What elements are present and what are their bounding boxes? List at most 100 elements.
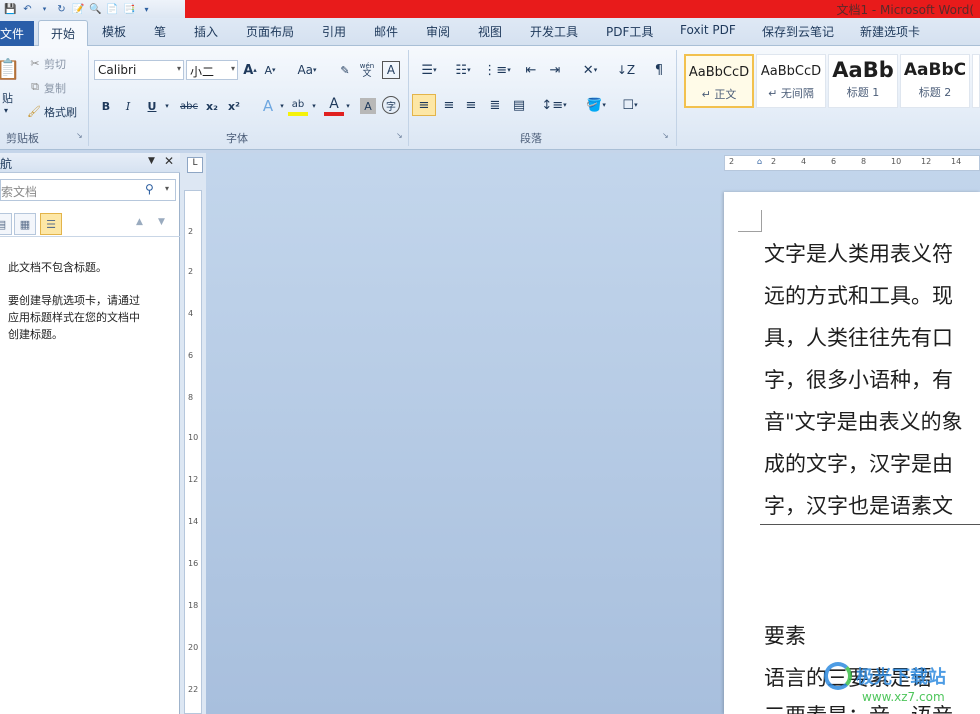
pages-view-tab[interactable]: ▦ bbox=[14, 213, 36, 235]
highlight-icon[interactable]: ab bbox=[288, 96, 308, 116]
layout-icon[interactable]: 📑 bbox=[123, 3, 136, 16]
tab-mailings[interactable]: 邮件 bbox=[374, 23, 398, 40]
document-line[interactable]: 文字是人类用表义符 bbox=[764, 238, 953, 268]
align-left-button[interactable]: ≡ bbox=[412, 94, 436, 116]
tab-insert[interactable]: 插入 bbox=[194, 23, 218, 40]
tab-view[interactable]: 视图 bbox=[478, 23, 502, 40]
style-heading-1[interactable]: AaBb 标题 1 bbox=[828, 54, 898, 108]
tab-review[interactable]: 审阅 bbox=[426, 23, 450, 40]
nav-search-input[interactable]: 索文档 ⚲ ▾ bbox=[0, 179, 176, 201]
tab-template[interactable]: 模板 bbox=[102, 23, 126, 40]
tab-new-tab[interactable]: 新建选项卡 bbox=[860, 23, 920, 40]
document-line[interactable]: 具，人类往往先有口 bbox=[764, 322, 953, 352]
indent-marker-icon[interactable]: ⌂ bbox=[757, 157, 762, 166]
format-painter-button[interactable]: 格式刷 bbox=[44, 104, 77, 120]
document-heading[interactable]: 要素 bbox=[764, 620, 806, 650]
copy-icon[interactable]: ⧉ bbox=[28, 80, 42, 94]
print-preview-icon[interactable]: 🔍 bbox=[89, 3, 102, 16]
superscript-button[interactable]: x² bbox=[226, 98, 242, 114]
align-center-icon[interactable]: ≡ bbox=[440, 96, 458, 114]
document-line[interactable]: 成的文字，汉字是由 bbox=[764, 448, 953, 478]
cut-button[interactable]: 剪切 bbox=[44, 56, 66, 72]
chevron-down-icon[interactable]: ▾ bbox=[162, 98, 172, 114]
chevron-down-icon[interactable]: ▾ bbox=[344, 98, 352, 114]
nav-menu-icon[interactable]: ▼ bbox=[148, 156, 155, 166]
paragraph-launcher-icon[interactable]: ↘ bbox=[662, 131, 669, 140]
subscript-button[interactable]: x₂ bbox=[204, 98, 220, 114]
shrink-font-button[interactable]: A ▾ bbox=[262, 62, 278, 78]
show-marks-icon[interactable]: ¶ bbox=[650, 60, 668, 80]
clear-format-icon[interactable]: ✎ bbox=[336, 61, 354, 79]
new-document-icon[interactable]: 📄 bbox=[106, 3, 119, 16]
redo-icon[interactable]: ↻ bbox=[55, 3, 68, 16]
font-name-combo[interactable]: Calibri ▾ bbox=[94, 60, 184, 80]
justify-icon[interactable]: ≣ bbox=[486, 96, 504, 114]
paste-dropdown-icon[interactable]: ▾ bbox=[4, 106, 8, 115]
style-no-spacing[interactable]: AaBbCcD ↵ 无间隔 bbox=[756, 54, 826, 108]
tab-pdf-tools[interactable]: PDF工具 bbox=[606, 23, 653, 40]
save-icon[interactable]: 💾 bbox=[4, 3, 17, 16]
style-normal[interactable]: AaBbCcD ↵ 正文 bbox=[684, 54, 754, 108]
shading-icon[interactable]: 🪣 ▾ bbox=[582, 96, 610, 114]
dropdown-icon[interactable]: ▾ bbox=[38, 3, 51, 16]
font-size-combo[interactable]: 小二 ▾ bbox=[186, 60, 238, 80]
vertical-ruler[interactable]: 2 2 4 6 8 10 12 14 16 18 20 22 bbox=[184, 190, 202, 714]
numbering-icon[interactable]: ☷ ▾ bbox=[450, 62, 476, 78]
clipboard-launcher-icon[interactable]: ↘ bbox=[76, 131, 83, 140]
undo-icon[interactable]: ↶ bbox=[21, 3, 34, 16]
headings-view-tab[interactable]: ▤ bbox=[0, 213, 12, 235]
tab-file[interactable]: 文件 bbox=[0, 21, 34, 46]
copy-button[interactable]: 复制 bbox=[44, 80, 66, 96]
character-shading-button[interactable]: A bbox=[360, 98, 376, 114]
tab-pen[interactable]: 笔 bbox=[154, 23, 166, 40]
tab-foxit-pdf[interactable]: Foxit PDF bbox=[680, 23, 736, 37]
tab-selector-icon[interactable]: L bbox=[187, 157, 203, 173]
italic-button[interactable]: I bbox=[120, 98, 136, 114]
paste-icon[interactable]: 📋 bbox=[0, 54, 20, 84]
previous-icon[interactable]: ▲ bbox=[136, 217, 143, 227]
bullets-icon[interactable]: ☰ ▾ bbox=[416, 62, 442, 78]
increase-indent-icon[interactable]: ⇥ bbox=[546, 62, 564, 78]
document-line[interactable]: 字，很多小语种，有 bbox=[764, 364, 953, 394]
tab-home[interactable]: 开始 bbox=[38, 20, 88, 47]
style-heading-2[interactable]: AaBbC 标题 2 bbox=[900, 54, 970, 108]
multilevel-list-icon[interactable]: ⋮≡ ▾ bbox=[483, 62, 510, 78]
font-color-button[interactable]: A bbox=[324, 96, 344, 116]
align-right-icon[interactable]: ≡ bbox=[462, 96, 480, 114]
customize-qat-icon[interactable]: ▾ bbox=[140, 3, 153, 16]
strikethrough-button[interactable]: abc bbox=[178, 98, 200, 114]
borders-icon[interactable]: ☐ ▾ bbox=[616, 96, 644, 114]
tab-developer[interactable]: 开发工具 bbox=[530, 23, 578, 40]
edit-icon[interactable]: 📝 bbox=[72, 3, 85, 16]
character-border-button[interactable]: A bbox=[382, 61, 400, 79]
format-painter-icon[interactable]: 🖌 bbox=[26, 104, 42, 118]
chevron-down-icon[interactable]: ▾ bbox=[310, 98, 318, 114]
sort-icon[interactable]: ↓Z bbox=[616, 60, 636, 80]
chevron-down-icon[interactable]: ▾ bbox=[278, 98, 286, 114]
horizontal-ruler[interactable]: 2 ⌂ 2 4 6 8 10 12 14 bbox=[724, 155, 980, 171]
enclose-characters-button[interactable]: 字 bbox=[382, 96, 400, 114]
text-effects-icon[interactable]: A bbox=[258, 96, 278, 116]
phonetic-guide-button[interactable]: wén 文 bbox=[358, 61, 376, 79]
decrease-indent-icon[interactable]: ⇤ bbox=[522, 62, 540, 78]
document-line[interactable]: 远的方式和工具。现 bbox=[764, 280, 953, 310]
results-view-tab[interactable]: ☰ bbox=[40, 213, 62, 235]
chinese-layout-icon[interactable]: ✕ ▾ bbox=[576, 62, 604, 78]
font-launcher-icon[interactable]: ↘ bbox=[396, 131, 403, 140]
next-icon[interactable]: ▼ bbox=[158, 217, 165, 227]
bold-button[interactable]: B bbox=[98, 98, 114, 114]
distributed-icon[interactable]: ▤ bbox=[510, 96, 528, 114]
grow-font-button[interactable]: A ▴ bbox=[242, 62, 258, 78]
line-spacing-icon[interactable]: ↕≡ ▾ bbox=[540, 96, 568, 114]
search-icon[interactable]: ⚲ bbox=[145, 182, 154, 196]
document-line[interactable]: 音"文字是由表义的象 bbox=[764, 406, 963, 436]
document-line[interactable]: 字，汉字也是语素文 bbox=[764, 490, 953, 520]
paste-label[interactable]: 贴 bbox=[2, 90, 13, 106]
chevron-down-icon[interactable]: ▾ bbox=[165, 184, 169, 193]
tab-save-cloud-notes[interactable]: 保存到云笔记 bbox=[762, 23, 834, 40]
underline-button[interactable]: U bbox=[144, 98, 160, 114]
change-case-button[interactable]: Aa ▾ bbox=[294, 62, 320, 78]
tab-references[interactable]: 引用 bbox=[322, 23, 346, 40]
style-more[interactable] bbox=[972, 54, 980, 108]
close-icon[interactable]: ✕ bbox=[164, 154, 174, 168]
